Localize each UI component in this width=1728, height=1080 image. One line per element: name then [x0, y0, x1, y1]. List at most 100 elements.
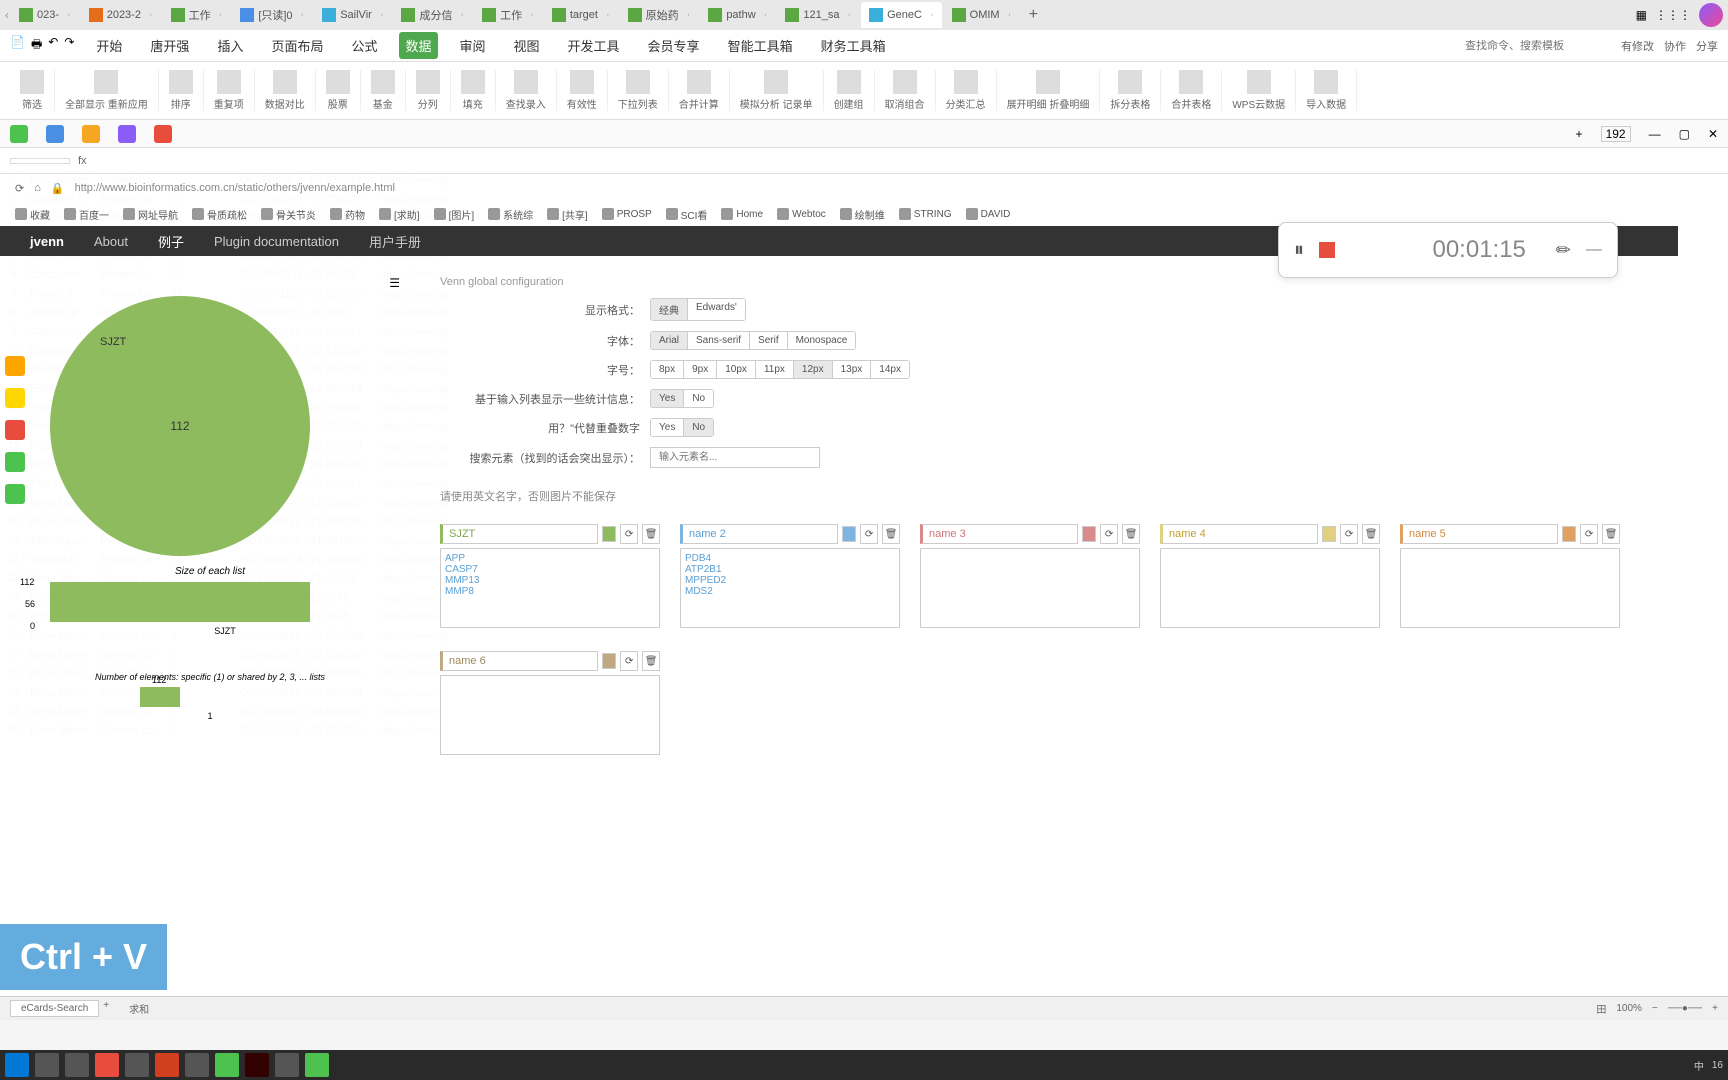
ribbon-group[interactable]: 合并表格	[1161, 70, 1222, 111]
close-icon[interactable]: ·	[149, 9, 153, 21]
bookmark-item[interactable]: 骨关节炎	[261, 207, 316, 222]
option-button[interactable]: 12px	[794, 361, 833, 378]
bookmark-item[interactable]: 收藏	[15, 207, 50, 222]
bookmark-item[interactable]: [求助]	[379, 207, 420, 222]
bookmark-item[interactable]: 系统综	[488, 207, 533, 222]
ribbon-group[interactable]: 查找录入	[496, 70, 557, 111]
nav-manual[interactable]: 用户手册	[369, 232, 421, 251]
bookmark-item[interactable]: 药物	[330, 207, 365, 222]
ribbon-group[interactable]: 筛选	[10, 70, 55, 111]
menu-item[interactable]: 页面布局	[265, 32, 329, 59]
delete-icon[interactable]: 🗑	[1362, 524, 1380, 544]
close-icon[interactable]: ·	[67, 9, 71, 21]
menu-item[interactable]: 插入	[211, 32, 249, 59]
bookmark-item[interactable]: 绘制维	[840, 207, 885, 222]
color-swatch[interactable]	[1562, 526, 1576, 542]
option-button[interactable]: No	[684, 390, 713, 407]
close-icon[interactable]: ·	[460, 9, 464, 21]
app-icon[interactable]	[10, 125, 28, 143]
ribbon-group[interactable]: 取消组合	[875, 70, 936, 111]
nav-example[interactable]: 例子	[158, 232, 184, 251]
document-tab[interactable]: 工作·	[474, 2, 542, 28]
sidebar-icon[interactable]	[5, 452, 25, 472]
document-tab[interactable]: 023-·	[11, 2, 79, 28]
bookmark-item[interactable]: [共享]	[547, 207, 588, 222]
sidebar-icon[interactable]	[5, 420, 25, 440]
app-icon[interactable]	[154, 125, 172, 143]
list-name-input[interactable]	[1160, 524, 1318, 544]
taskbar-app[interactable]	[245, 1053, 269, 1077]
option-button[interactable]: 11px	[756, 361, 794, 378]
bookmark-item[interactable]: Webtoc	[777, 208, 826, 220]
sidebar-icon[interactable]	[5, 484, 25, 504]
grid-icon[interactable]: ▦	[1636, 8, 1647, 22]
print-icon[interactable]: 🖶	[31, 35, 42, 56]
taskbar-app[interactable]	[185, 1053, 209, 1077]
start-button[interactable]	[5, 1053, 29, 1077]
view-icon[interactable]: 田	[1596, 1001, 1606, 1016]
menu-item[interactable]: 唐开强	[144, 32, 195, 59]
ribbon-group[interactable]: 数据对比	[255, 70, 316, 111]
list-textarea[interactable]	[1160, 548, 1380, 628]
option-button[interactable]: Arial	[651, 332, 688, 349]
minimize-icon[interactable]: —	[1649, 127, 1661, 141]
apps-icon[interactable]: ⋮⋮⋮	[1655, 8, 1691, 22]
menu-item[interactable]: 智能工具箱	[722, 32, 799, 59]
refresh-icon[interactable]: ⟳	[620, 651, 638, 671]
list-name-input[interactable]	[440, 651, 598, 671]
option-button[interactable]: 8px	[651, 361, 684, 378]
document-tab[interactable]: SailVir·	[314, 2, 391, 28]
ribbon-group[interactable]: 排序	[159, 70, 204, 111]
close-icon[interactable]: ·	[219, 9, 223, 21]
menu-item[interactable]: 审阅	[454, 32, 492, 59]
option-button[interactable]: Sans-serif	[688, 332, 750, 349]
close-icon[interactable]: ·	[847, 9, 851, 21]
user-avatar[interactable]	[1699, 3, 1723, 27]
close-icon[interactable]: ·	[606, 9, 610, 21]
ribbon-group[interactable]: 基金	[361, 70, 406, 111]
stop-icon[interactable]	[1319, 242, 1335, 258]
menu-item[interactable]: 开发工具	[562, 32, 626, 59]
document-tab[interactable]: 工作·	[163, 2, 231, 28]
command-search-input[interactable]	[1465, 40, 1605, 52]
ribbon-group[interactable]: 模拟分析 记录单	[730, 70, 824, 111]
fx-icon[interactable]: fx	[78, 155, 87, 167]
color-swatch[interactable]	[602, 653, 616, 669]
taskbar-app[interactable]	[215, 1053, 239, 1077]
nav-about[interactable]: About	[94, 234, 128, 249]
color-swatch[interactable]	[602, 526, 616, 542]
app-icon[interactable]	[82, 125, 100, 143]
ribbon-group[interactable]: 有效性	[557, 70, 608, 111]
document-tab[interactable]: 原始药·	[620, 2, 699, 28]
cell-ref[interactable]	[10, 158, 70, 164]
option-button[interactable]: Yes	[651, 390, 684, 407]
list-textarea[interactable]	[920, 548, 1140, 628]
nav-docs[interactable]: Plugin documentation	[214, 234, 339, 249]
bookmark-item[interactable]: PROSP	[602, 208, 652, 220]
refresh-icon[interactable]: ⟳	[1100, 524, 1118, 544]
menu-item[interactable]: 数据	[399, 32, 437, 59]
bookmark-item[interactable]: SCI看	[666, 207, 708, 222]
ribbon-group[interactable]: 重复项	[204, 70, 255, 111]
color-swatch[interactable]	[1082, 526, 1096, 542]
screen-recorder-widget[interactable]: ⏸ 00:01:15 ✏ —	[1278, 222, 1618, 278]
close-icon[interactable]: ·	[930, 9, 934, 21]
list-name-input[interactable]	[1400, 524, 1558, 544]
maximize-icon[interactable]: ▢	[1679, 127, 1690, 141]
document-tab[interactable]: GeneC·	[861, 2, 942, 28]
ribbon-group[interactable]: WPS云数据	[1222, 70, 1296, 111]
option-button[interactable]: 10px	[717, 361, 756, 378]
delete-icon[interactable]: 🗑	[642, 524, 660, 544]
close-icon[interactable]: ✕	[1708, 127, 1718, 141]
ribbon-group[interactable]: 全部显示 重新应用	[55, 70, 159, 111]
option-button[interactable]: No	[684, 419, 713, 436]
element-search-input[interactable]	[650, 447, 820, 468]
document-tab[interactable]: [只读]0·	[232, 2, 312, 28]
document-tab[interactable]: OMIM·	[944, 2, 1020, 28]
zoom-level[interactable]: 100%	[1616, 1003, 1642, 1014]
list-textarea[interactable]: PDB4 ATP2B1 MPPED2 MDS2	[680, 548, 900, 628]
bookmark-item[interactable]: 百度一	[64, 207, 109, 222]
menu-item[interactable]: 开始	[90, 32, 128, 59]
list-textarea[interactable]: APP CASP7 MMP13 MMP8	[440, 548, 660, 628]
nav-back-icon[interactable]: ‹	[5, 8, 9, 22]
